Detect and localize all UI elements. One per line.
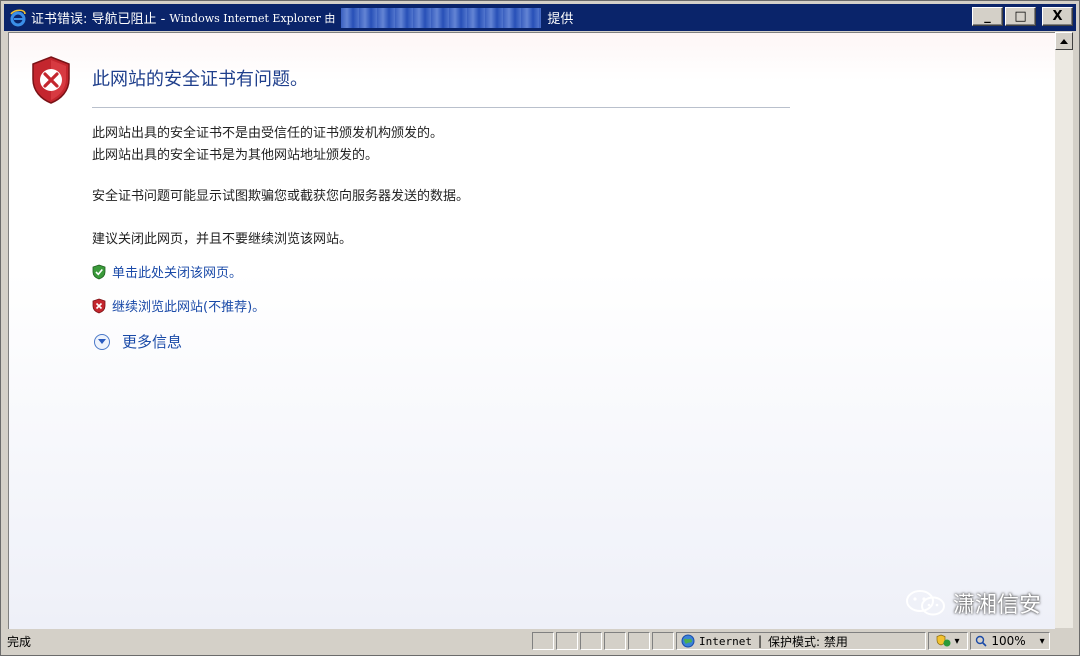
vertical-scrollbar[interactable]	[1055, 32, 1073, 628]
title-app-name: Windows Internet Explorer 由	[169, 11, 336, 25]
security-zone[interactable]: Internet | 保护模式: 禁用	[676, 632, 926, 650]
continue-link[interactable]: 继续浏览此网站(不推荐)。	[112, 296, 265, 315]
wechat-icon	[905, 590, 945, 616]
close-button[interactable]: X	[1042, 7, 1073, 26]
paragraph-line-2: 此网站出具的安全证书是为其他网站地址颁发的。	[92, 148, 379, 163]
heading-divider	[92, 107, 790, 108]
internet-explorer-icon	[10, 8, 26, 26]
recommend-text: 建议关闭此网页，并且不要继续浏览该网站。	[92, 232, 353, 247]
maximize-button[interactable]: □	[1005, 7, 1036, 26]
ie-window: 证书错误: 导航已阻止 - Windows Internet Explorer …	[0, 0, 1080, 656]
chevron-down-icon	[94, 333, 110, 350]
redacted-region	[341, 7, 542, 28]
globe-icon	[681, 634, 695, 648]
red-shield-icon	[92, 298, 106, 313]
error-shield-icon	[32, 56, 70, 104]
status-cell	[604, 632, 626, 650]
green-shield-icon	[92, 264, 106, 279]
status-cell	[652, 632, 674, 650]
page-heading: 此网站的安全证书有问题。	[92, 69, 308, 90]
warning-text: 安全证书问题可能显示试图欺骗您或截获您向服务器发送的数据。	[92, 189, 470, 204]
minimize-button[interactable]: _	[972, 7, 1003, 26]
popup-dropdown-icon: ▾	[954, 635, 960, 647]
zone-name: Internet	[699, 634, 752, 648]
title-bar[interactable]: 证书错误: 导航已阻止 - Windows Internet Explorer …	[4, 4, 1076, 31]
scroll-up-button[interactable]	[1055, 32, 1073, 50]
close-page-link-row[interactable]: 单击此处关闭该网页。	[92, 262, 242, 281]
title-suffix: 提供	[547, 12, 574, 27]
continue-link-row[interactable]: 继续浏览此网站(不推荐)。	[92, 296, 265, 315]
zoom-dropdown-icon: ▾	[1039, 635, 1045, 647]
status-cell	[580, 632, 602, 650]
status-cell	[532, 632, 554, 650]
zoom-level: 100%	[991, 634, 1026, 648]
arrow-up-icon	[1060, 38, 1068, 44]
status-bar: 完成 Internet | 保护模式: 禁用 ▾ 100% ▾	[4, 630, 1076, 652]
page-content: 此网站的安全证书有问题。 此网站出具的安全证书不是由受信任的证书颁发机构颁发的。…	[8, 32, 1055, 629]
status-text: 完成	[7, 634, 32, 649]
protected-mode-status: 保护模式: 禁用	[768, 634, 848, 649]
window-controls: _ □ X	[972, 7, 1073, 26]
paragraph-line-1: 此网站出具的安全证书不是由受信任的证书颁发机构颁发的。	[92, 126, 444, 141]
more-info-label[interactable]: 更多信息	[122, 331, 182, 352]
window-title: 证书错误: 导航已阻止 - Windows Internet Explorer …	[31, 7, 574, 28]
zoom-icon	[976, 635, 987, 647]
settings-shield-icon	[937, 634, 951, 647]
title-prefix: 证书错误: 导航已阻止 -	[31, 12, 166, 27]
status-cell	[556, 632, 578, 650]
watermark: 潇湘信安	[905, 587, 1041, 619]
popup-settings-button[interactable]: ▾	[928, 632, 968, 650]
close-page-link[interactable]: 单击此处关闭该网页。	[112, 262, 242, 281]
zoom-control[interactable]: 100% ▾	[970, 632, 1050, 650]
more-info-toggle[interactable]: 更多信息	[94, 331, 182, 352]
status-cell	[628, 632, 650, 650]
zone-separator: |	[757, 634, 763, 648]
watermark-text: 潇湘信安	[952, 593, 1041, 618]
